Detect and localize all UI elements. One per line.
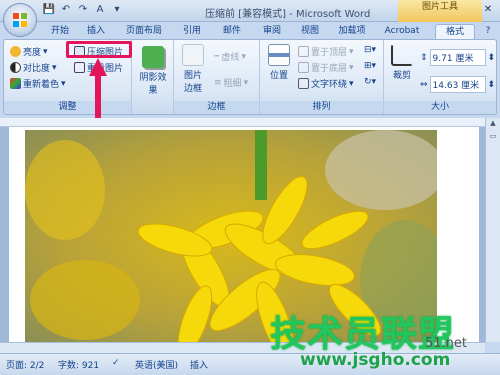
window-title: 压缩前 [兼容模式] - Microsoft Word — [205, 9, 371, 20]
crop-icon — [391, 44, 413, 66]
tab-view[interactable]: 视图 — [296, 24, 324, 39]
send-to-back-button[interactable]: 置于底层 ▾ — [298, 61, 354, 74]
sun-icon — [10, 46, 21, 57]
picture-border-button[interactable]: 图片 边框 — [178, 44, 208, 94]
recolor-button[interactable]: 重新着色 ▾ — [10, 77, 66, 90]
proofing-icon[interactable]: ✓ — [112, 358, 120, 368]
reset-picture-icon — [74, 62, 85, 73]
picture-border-icon — [182, 44, 204, 66]
align-button[interactable]: ⊟▾ — [364, 45, 376, 55]
shadow-icon — [142, 46, 164, 68]
group-border: 图片 边框 ┅ 虚线 ▾ ≡ 粗细 ▾ 边框 — [174, 40, 260, 114]
group-button[interactable]: ⊞▾ — [364, 61, 376, 71]
watermark-url: www.jsgho.com — [300, 350, 451, 370]
save-icon[interactable]: 💾 — [42, 3, 56, 17]
group-label-arrange: 排列 — [260, 101, 383, 114]
help-icon[interactable]: ? — [480, 24, 496, 39]
redo-icon[interactable]: ↷ — [76, 3, 90, 17]
tab-format[interactable]: 格式 — [435, 24, 475, 39]
group-label-border: 边框 — [174, 101, 259, 114]
scroll-up-icon[interactable]: ▲ — [487, 119, 500, 131]
recolor-icon — [10, 78, 21, 89]
width-spinner-icon[interactable]: ⬍ — [488, 80, 496, 90]
width-icon: ⇔ — [420, 79, 428, 90]
brightness-button[interactable]: 亮度 ▾ — [10, 45, 48, 58]
status-page[interactable]: 页面: 2/2 — [6, 358, 44, 371]
office-button[interactable] — [3, 3, 37, 37]
bring-front-icon — [298, 46, 309, 57]
dashes-button[interactable]: ┅ 虚线 ▾ — [214, 50, 246, 64]
status-mode[interactable]: 插入 — [190, 358, 208, 371]
customize-qat-icon[interactable]: ▾ — [110, 3, 124, 17]
tab-addins[interactable]: 加载项 — [334, 24, 370, 39]
ribbon-tabs: 开始 插入 页面布局 引用 邮件 审阅 视图 加载项 Acrobat 格式 ? — [0, 22, 500, 39]
undo-icon[interactable]: ↶ — [59, 3, 73, 17]
rotate-button[interactable]: ↻▾ — [364, 77, 376, 87]
height-spinner-icon[interactable]: ⬍ — [488, 53, 496, 63]
picture-tools-context-label: 图片工具 — [398, 0, 482, 22]
vertical-scrollbar[interactable]: ▲ ▭ — [485, 118, 500, 342]
contrast-button[interactable]: 对比度 ▾ — [10, 61, 57, 74]
status-words[interactable]: 字数: 921 — [58, 358, 99, 371]
tab-mailings[interactable]: 邮件 — [218, 24, 246, 39]
position-button[interactable]: 位置 — [264, 44, 294, 81]
text-wrap-icon — [298, 78, 309, 89]
watermark-corner: 51.net — [425, 336, 468, 351]
horizontal-ruler — [0, 118, 500, 127]
bring-to-front-button[interactable]: 置于顶层 ▾ — [298, 45, 354, 58]
tab-home[interactable]: 开始 — [45, 24, 75, 39]
tab-acrobat[interactable]: Acrobat — [380, 24, 424, 39]
status-language[interactable]: 英语(美国) — [135, 358, 178, 371]
spelling-icon[interactable]: A — [93, 3, 107, 17]
dashes-icon: ┅ — [214, 51, 220, 62]
send-back-icon — [298, 62, 309, 73]
group-size: 裁剪 ⇕ 9.71 厘米 ⬍ ⇔ 14.63 厘米 ⬍ 大小 — [384, 40, 496, 114]
group-arrange: 位置 置于顶层 ▾ 置于底层 ▾ 文字环绕 ▾ ⊟▾ ⊞▾ ↻▾ 排列 — [260, 40, 384, 114]
height-field[interactable]: ⇕ 9.71 厘米 ⬍ — [420, 49, 495, 66]
group-label-size: 大小 — [384, 101, 496, 114]
group-label-adjust: 调整 — [4, 101, 131, 114]
rotate-icon: ↻▾ — [364, 77, 377, 87]
weight-icon: ≡ — [214, 77, 222, 88]
position-icon — [268, 44, 290, 66]
compress-highlight-box — [66, 41, 132, 58]
text-wrapping-button[interactable]: 文字环绕 ▾ — [298, 77, 354, 90]
quick-access-toolbar: 💾 ↶ ↷ A ▾ — [42, 3, 124, 17]
group-shadow: 阴影效果 — [132, 40, 174, 114]
crop-button[interactable]: 裁剪 — [387, 44, 417, 81]
group-objects-icon: ⊞▾ — [364, 61, 377, 71]
tab-review[interactable]: 审阅 — [258, 24, 286, 39]
tab-page-layout[interactable]: 页面布局 — [120, 24, 168, 39]
ruler-toggle-icon[interactable]: ▭ — [487, 132, 500, 144]
height-icon: ⇕ — [420, 52, 428, 63]
width-field[interactable]: ⇔ 14.63 厘米 ⬍ — [420, 76, 495, 93]
shadow-effects-button[interactable]: 阴影效果 — [136, 46, 170, 96]
tab-insert[interactable]: 插入 — [82, 24, 110, 39]
office-logo-icon — [13, 13, 27, 27]
weight-button[interactable]: ≡ 粗细 ▾ — [214, 76, 248, 90]
tab-references[interactable]: 引用 — [178, 24, 206, 39]
contrast-icon — [10, 62, 21, 73]
align-icon: ⊟▾ — [364, 45, 377, 55]
